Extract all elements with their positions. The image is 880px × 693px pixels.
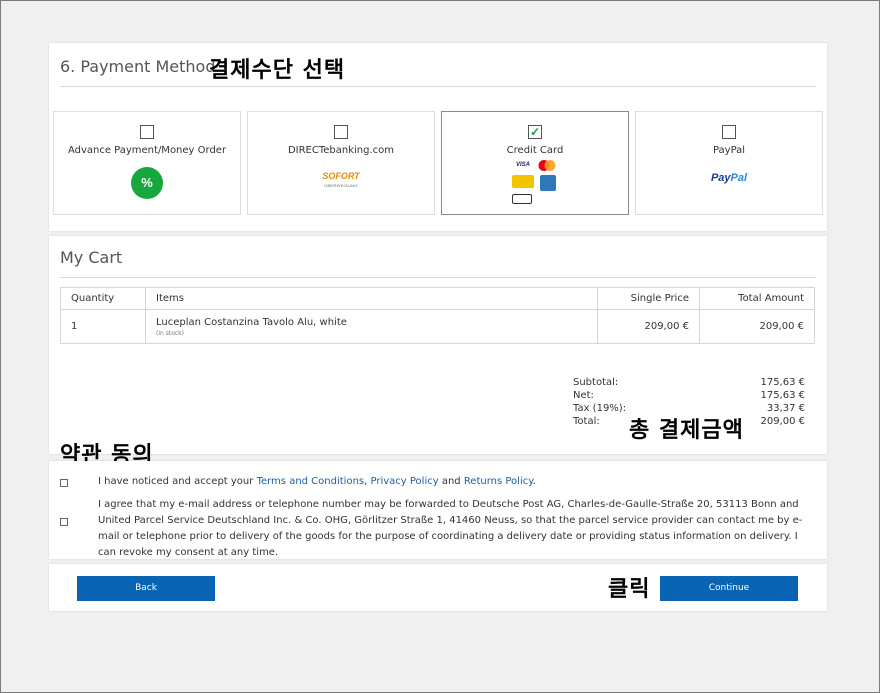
terms-and-conditions-link[interactable]: Terms and Conditions <box>257 476 365 487</box>
payment-option-paypal[interactable]: PayPal PayPal <box>635 111 823 215</box>
continue-button[interactable]: Continue <box>660 576 798 601</box>
mastercard-icon <box>537 159 557 172</box>
payment-method-title: 6. Payment Method <box>60 57 216 76</box>
col-single-price: Single Price <box>597 287 700 310</box>
net-value: 175,63 € <box>760 390 805 401</box>
payment-directebanking-checkbox[interactable] <box>334 125 348 139</box>
cart-title: My Cart <box>60 248 123 267</box>
col-total-amount: Total Amount <box>699 287 815 310</box>
accept-terms-checkbox[interactable] <box>60 479 68 487</box>
payment-paypal-checkbox[interactable] <box>722 125 736 139</box>
visa-icon: VISA <box>515 162 530 168</box>
item-name: Luceplan Costanzina Tavolo Alu, white <box>156 316 347 328</box>
subtotal-value: 175,63 € <box>760 377 805 388</box>
cell-total: 209,00 € <box>699 309 815 344</box>
checkmark-icon[interactable]: ✓ <box>528 125 542 139</box>
sofort-logo-text: SOFORT <box>322 171 360 181</box>
annotation-click: 클릭 <box>608 577 651 602</box>
net-label: Net: <box>573 390 594 401</box>
total-label: Total: <box>573 416 600 427</box>
amex-icon <box>540 175 556 191</box>
col-items: Items <box>145 287 598 310</box>
table-row: 1 Luceplan Costanzina Tavolo Alu, white … <box>60 309 815 344</box>
my-cart-section: My Cart Quantity Items Single Price Tota… <box>49 236 827 454</box>
terms-and: and <box>438 476 464 487</box>
divider <box>60 86 816 87</box>
payment-option-credit-card[interactable]: ✓ Credit Card VISA <box>441 111 629 215</box>
jcb-icon <box>512 175 534 188</box>
payment-advance-checkbox[interactable] <box>140 125 154 139</box>
sofort-logo: SOFORT ÜBERWEISUNG <box>319 172 363 190</box>
annotation-select-payment: 결제수단 선택 <box>209 58 346 83</box>
annotation-total-amount: 총 결제금액 <box>629 418 744 443</box>
subtotal-row: Subtotal: 175,63 € <box>573 377 805 390</box>
item-availability: (in stock) <box>156 329 184 337</box>
payment-paypal-label: PayPal <box>712 145 746 156</box>
divider <box>60 277 816 278</box>
cell-item: Luceplan Costanzina Tavolo Alu, white (i… <box>145 309 598 344</box>
terms-period: . <box>532 476 536 487</box>
terms-line-prefix: I have noticed and accept your <box>98 476 257 487</box>
subtotal-label: Subtotal: <box>573 377 619 388</box>
sofort-logo-subtext: ÜBERWEISUNG <box>324 183 358 188</box>
payment-directebanking-label: DIRECTebanking.com <box>287 145 395 156</box>
net-row: Net: 175,63 € <box>573 390 805 403</box>
payment-advance-label: Advance Payment/Money Order <box>67 145 227 156</box>
terms-section: I have noticed and accept your Terms and… <box>49 461 827 559</box>
paypal-logo: PayPal <box>636 172 822 184</box>
payment-option-advance[interactable]: Advance Payment/Money Order % <box>53 111 241 215</box>
cell-single-price: 209,00 € <box>597 309 700 344</box>
tax-value: 33,37 € <box>766 403 805 414</box>
cart-table: Quantity Items Single Price Total Amount… <box>60 287 815 344</box>
total-value: 209,00 € <box>760 416 805 427</box>
giropay-icon <box>512 194 532 204</box>
paypal-logo-b: Pal <box>730 172 748 184</box>
cart-header-row: Quantity Items Single Price Total Amount <box>60 287 815 310</box>
navigation-buttons: Back 클릭 Continue <box>49 564 827 611</box>
cell-quantity: 1 <box>60 309 146 344</box>
payment-credit-card-label: Credit Card <box>506 145 564 156</box>
tax-label: Tax (19%): <box>573 403 627 414</box>
page-frame: 6. Payment Method 결제수단 선택 Advance Paymen… <box>0 0 880 693</box>
returns-policy-link[interactable]: Returns Policy <box>464 476 533 487</box>
data-forwarding-consent-text: I agree that my e-mail address or teleph… <box>98 499 803 558</box>
data-forwarding-consent-checkbox[interactable] <box>60 518 68 526</box>
percent-icon: % <box>131 167 163 199</box>
accept-terms-text: I have noticed and accept your Terms and… <box>98 474 536 490</box>
privacy-policy-link[interactable]: Privacy Policy <box>370 476 438 487</box>
payment-method-section: 6. Payment Method 결제수단 선택 Advance Paymen… <box>49 43 827 231</box>
paypal-logo-a: Pay <box>710 172 731 184</box>
col-quantity: Quantity <box>60 287 146 310</box>
payment-option-directebanking[interactable]: DIRECTebanking.com SOFORT ÜBERWEISUNG <box>247 111 435 215</box>
back-button[interactable]: Back <box>77 576 215 601</box>
